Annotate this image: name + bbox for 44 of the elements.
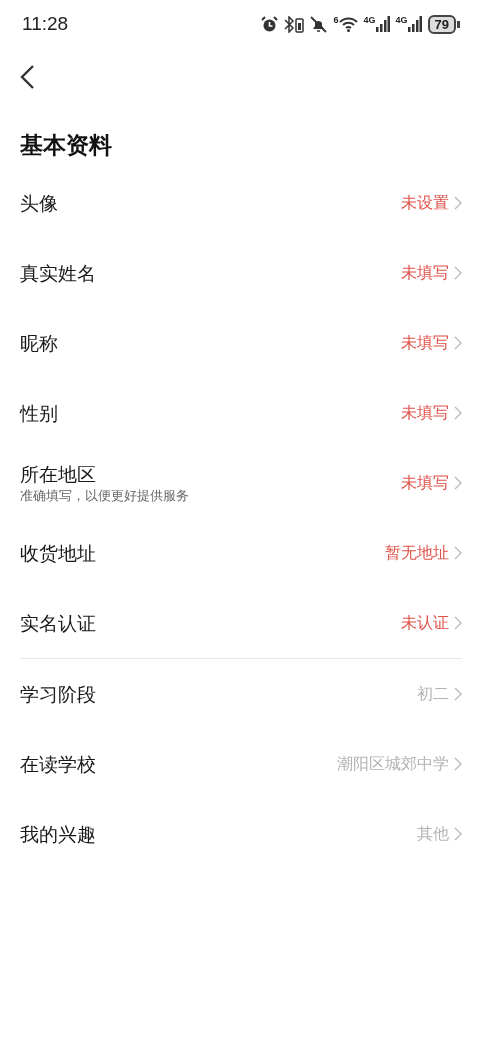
signal-icon [407,16,422,32]
field-label: 我的兴趣 [20,822,96,847]
battery-level: 79 [427,14,456,34]
field-hint: 准确填写，以便更好提供服务 [20,487,189,505]
field-label: 实名认证 [20,611,96,636]
field-value[interactable]: 初二 [417,683,462,705]
chevron-right-icon [454,336,462,350]
chevron-right-icon [454,616,462,630]
bluetooth-battery-icon [284,15,305,33]
signal-icon [375,16,390,32]
field-label: 收货地址 [20,541,96,566]
field-value[interactable]: 未填写 [401,402,462,424]
muted-bell-icon [310,15,328,33]
network-type-label: 4G [395,16,408,25]
field-label: 昵称 [20,331,58,356]
chevron-right-icon [454,476,462,490]
chevron-right-icon [454,687,462,701]
field-label: 学习阶段 [20,682,96,707]
field-value[interactable]: 未填写 [401,332,462,354]
status-time: 11:28 [22,13,69,35]
page-title: 基本资料 [20,132,112,158]
field-label: 性别 [20,401,58,426]
battery-tip-icon [457,20,460,28]
field-value[interactable]: 未填写 [401,472,462,494]
chevron-right-icon [454,757,462,771]
network-type-label: 4G [363,16,376,25]
chevron-right-icon [454,406,462,420]
field-value[interactable]: 潮阳区城郊中学 [337,753,462,775]
field-label: 所在地区 [20,462,97,487]
field-value[interactable]: 未认证 [401,612,462,634]
chevron-right-icon [454,196,462,210]
chevron-right-icon [454,546,462,560]
field-value[interactable]: 未填写 [401,262,462,284]
field-value[interactable]: 其他 [417,823,462,845]
wifi-icon [338,16,358,32]
chevron-right-icon [454,266,462,280]
chevron-right-icon [454,827,462,841]
field-value[interactable]: 暂无地址 [385,542,462,564]
field-value[interactable]: 未设置 [401,192,462,214]
wifi-generation-label: 6 [333,16,339,25]
field-label: 头像 [20,191,58,216]
field-label: 在读学校 [20,752,96,777]
alarm-clock-icon [261,15,279,33]
field-label: 真实姓名 [20,261,96,286]
